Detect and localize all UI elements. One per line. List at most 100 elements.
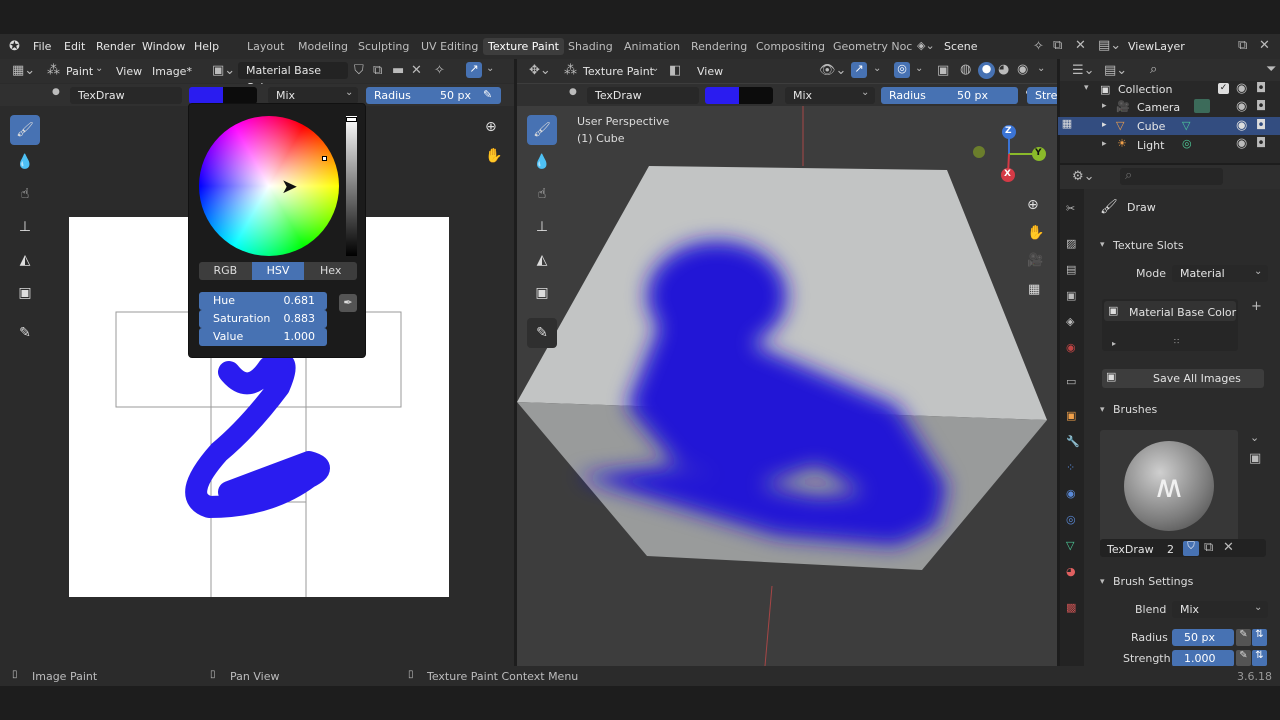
- texture-slots-header[interactable]: Texture Slots: [1113, 239, 1184, 252]
- tab-hsv[interactable]: HSV: [251, 262, 305, 280]
- fill-tool-button[interactable]: ◭: [10, 245, 40, 275]
- tab-shading[interactable]: Shading: [568, 40, 613, 53]
- radius-pressure-icon[interactable]: ✎: [1236, 629, 1251, 646]
- viewport-strength-field[interactable]: Stre: [1027, 87, 1057, 104]
- expand-arrow-icon[interactable]: ▸: [1102, 101, 1107, 111]
- xray-icon[interactable]: ▣: [937, 63, 949, 78]
- texture-paint-mode-icon[interactable]: ⁂: [564, 63, 577, 78]
- color-wheel[interactable]: [199, 116, 339, 256]
- vp-annotate-tool-button[interactable]: ✎: [527, 318, 557, 348]
- camera-view-icon[interactable]: 🎥: [1027, 253, 1043, 268]
- render-icon[interactable]: ◘: [1256, 81, 1266, 96]
- new-image-icon[interactable]: ⧉: [373, 63, 382, 78]
- texture-paint-mode-dropdown[interactable]: Texture Paint: [583, 65, 654, 78]
- chevron-down-icon[interactable]: ▾: [1100, 577, 1105, 587]
- new-scene-icon[interactable]: ⧉: [1053, 38, 1062, 53]
- new-viewlayer-icon[interactable]: ⧉: [1238, 38, 1247, 53]
- outliner-type-icon[interactable]: ☰⌄: [1072, 63, 1095, 78]
- fake-user-icon[interactable]: ⛉: [354, 63, 364, 78]
- menu-render[interactable]: Render: [96, 40, 135, 53]
- render-icon[interactable]: ◘: [1256, 118, 1266, 133]
- fake-user-shield-icon[interactable]: ⛉: [1183, 541, 1199, 556]
- display-mode-icon[interactable]: ▤⌄: [1104, 63, 1127, 78]
- eye-icon[interactable]: ◉: [1236, 118, 1247, 133]
- pan-hand-icon[interactable]: ✋: [1027, 225, 1044, 241]
- vp-clone-tool-button[interactable]: ⊥: [527, 212, 557, 242]
- brushes-header[interactable]: Brushes: [1113, 403, 1157, 416]
- editor-type-icon[interactable]: ✥⌄: [529, 63, 551, 78]
- expand-arrow-icon[interactable]: ▸: [1102, 120, 1107, 130]
- tab-hex[interactable]: Hex: [304, 262, 357, 280]
- view-menu[interactable]: View: [116, 65, 142, 78]
- chevron-down-icon[interactable]: ▾: [1100, 405, 1105, 415]
- clone-tool-button[interactable]: ⊥: [10, 212, 40, 242]
- mask-mode-icon[interactable]: ◧: [669, 63, 681, 78]
- expand-arrow-icon[interactable]: ▸: [1102, 139, 1107, 149]
- pin-icon[interactable]: ✧: [1033, 39, 1044, 54]
- output-tab-icon[interactable]: ▤: [1066, 263, 1076, 276]
- brush-settings-header[interactable]: Brush Settings: [1113, 575, 1193, 588]
- viewport-secondary-swatch[interactable]: [739, 87, 773, 104]
- brush-name-field[interactable]: TexDraw: [70, 87, 182, 104]
- draw-tool-button[interactable]: 🖌: [10, 115, 40, 145]
- filter-icon[interactable]: ⏷: [1266, 62, 1276, 77]
- tab-layout[interactable]: Layout: [247, 40, 284, 53]
- tab-rgb[interactable]: RGB: [199, 262, 252, 280]
- tab-uv-editing[interactable]: UV Editing: [421, 40, 478, 53]
- image-menu[interactable]: Image*: [152, 65, 192, 78]
- outliner-item-camera[interactable]: Camera: [1137, 101, 1180, 114]
- saturation-field[interactable]: Saturation 0.883: [199, 310, 327, 328]
- scene-name[interactable]: Scene: [944, 40, 978, 53]
- vp-mask-tool-button[interactable]: ▣: [527, 278, 557, 308]
- unlink-image-icon[interactable]: ✕: [411, 63, 422, 78]
- paint-mode-icon[interactable]: ⁂: [47, 63, 60, 78]
- menu-window[interactable]: Window: [142, 40, 185, 53]
- tab-sculpting[interactable]: Sculpting: [358, 40, 409, 53]
- zoom-icon[interactable]: ⊕: [485, 119, 497, 135]
- expand-arrow-icon[interactable]: ▾: [1084, 83, 1089, 93]
- strength-unit-icon[interactable]: ⇅: [1252, 650, 1267, 666]
- menu-edit[interactable]: Edit: [64, 40, 85, 53]
- mask-tool-button[interactable]: ▣: [10, 278, 40, 308]
- tab-compositing[interactable]: Compositing: [756, 40, 825, 53]
- tab-animation[interactable]: Animation: [624, 40, 680, 53]
- chevron-down-icon[interactable]: ▾: [1100, 240, 1105, 250]
- viewlayer-icon[interactable]: ▤⌄: [1098, 38, 1121, 53]
- solid-shading-icon[interactable]: ●: [978, 62, 995, 79]
- ortho-toggle-icon[interactable]: ▦: [1028, 282, 1040, 297]
- data-tab-icon[interactable]: ▽: [1066, 539, 1074, 552]
- image-browse-icon[interactable]: ▣⌄: [212, 63, 235, 78]
- open-image-icon[interactable]: ▬: [392, 63, 404, 78]
- checkbox-icon[interactable]: ✓: [1218, 83, 1229, 94]
- radius-unit-icon[interactable]: ⇅: [1252, 629, 1267, 646]
- expand-arrow-icon[interactable]: ▸: [1112, 339, 1116, 348]
- pan-hand-icon[interactable]: ✋: [485, 148, 502, 164]
- brush-datablock-name[interactable]: TexDraw: [1107, 543, 1154, 556]
- paint-mode-dropdown[interactable]: Paint: [66, 65, 93, 78]
- delete-viewlayer-icon[interactable]: ✕: [1259, 38, 1270, 53]
- duplicate-brush-icon[interactable]: ⧉: [1204, 540, 1213, 555]
- render-icon[interactable]: ◘: [1256, 99, 1266, 114]
- tool-tab-icon[interactable]: ✂: [1066, 202, 1075, 215]
- save-all-images-button[interactable]: ▣ Save All Images: [1102, 369, 1264, 388]
- brush-users-count[interactable]: 2: [1167, 543, 1174, 556]
- unlink-brush-icon[interactable]: ✕: [1223, 540, 1234, 555]
- search-icon[interactable]: ⌕: [1150, 62, 1157, 77]
- world-tab-icon[interactable]: ◉: [1066, 341, 1076, 354]
- viewport-brush-field[interactable]: TexDraw: [587, 87, 699, 104]
- strength-field[interactable]: 1.000: [1172, 650, 1234, 667]
- smear-tool-button[interactable]: ☝: [10, 179, 40, 209]
- hue-field[interactable]: Hue 0.681: [199, 292, 327, 310]
- viewport-view-menu[interactable]: View: [697, 65, 723, 78]
- object-tab-icon[interactable]: ▣: [1066, 409, 1076, 422]
- value-slider-handle[interactable]: [346, 117, 357, 122]
- vp-soften-tool-button[interactable]: 💧: [527, 147, 557, 177]
- strength-pressure-icon[interactable]: ✎: [1236, 650, 1251, 666]
- navigation-gizmo[interactable]: Z Y X: [972, 124, 1052, 184]
- uv-sync-icon[interactable]: ↗: [466, 62, 482, 78]
- collection-tab-icon[interactable]: ▭: [1066, 375, 1076, 388]
- render-icon[interactable]: ◘: [1256, 136, 1266, 151]
- value-slider[interactable]: [346, 116, 357, 256]
- properties-search-input[interactable]: [1120, 168, 1223, 185]
- eye-icon[interactable]: ◉: [1236, 136, 1247, 151]
